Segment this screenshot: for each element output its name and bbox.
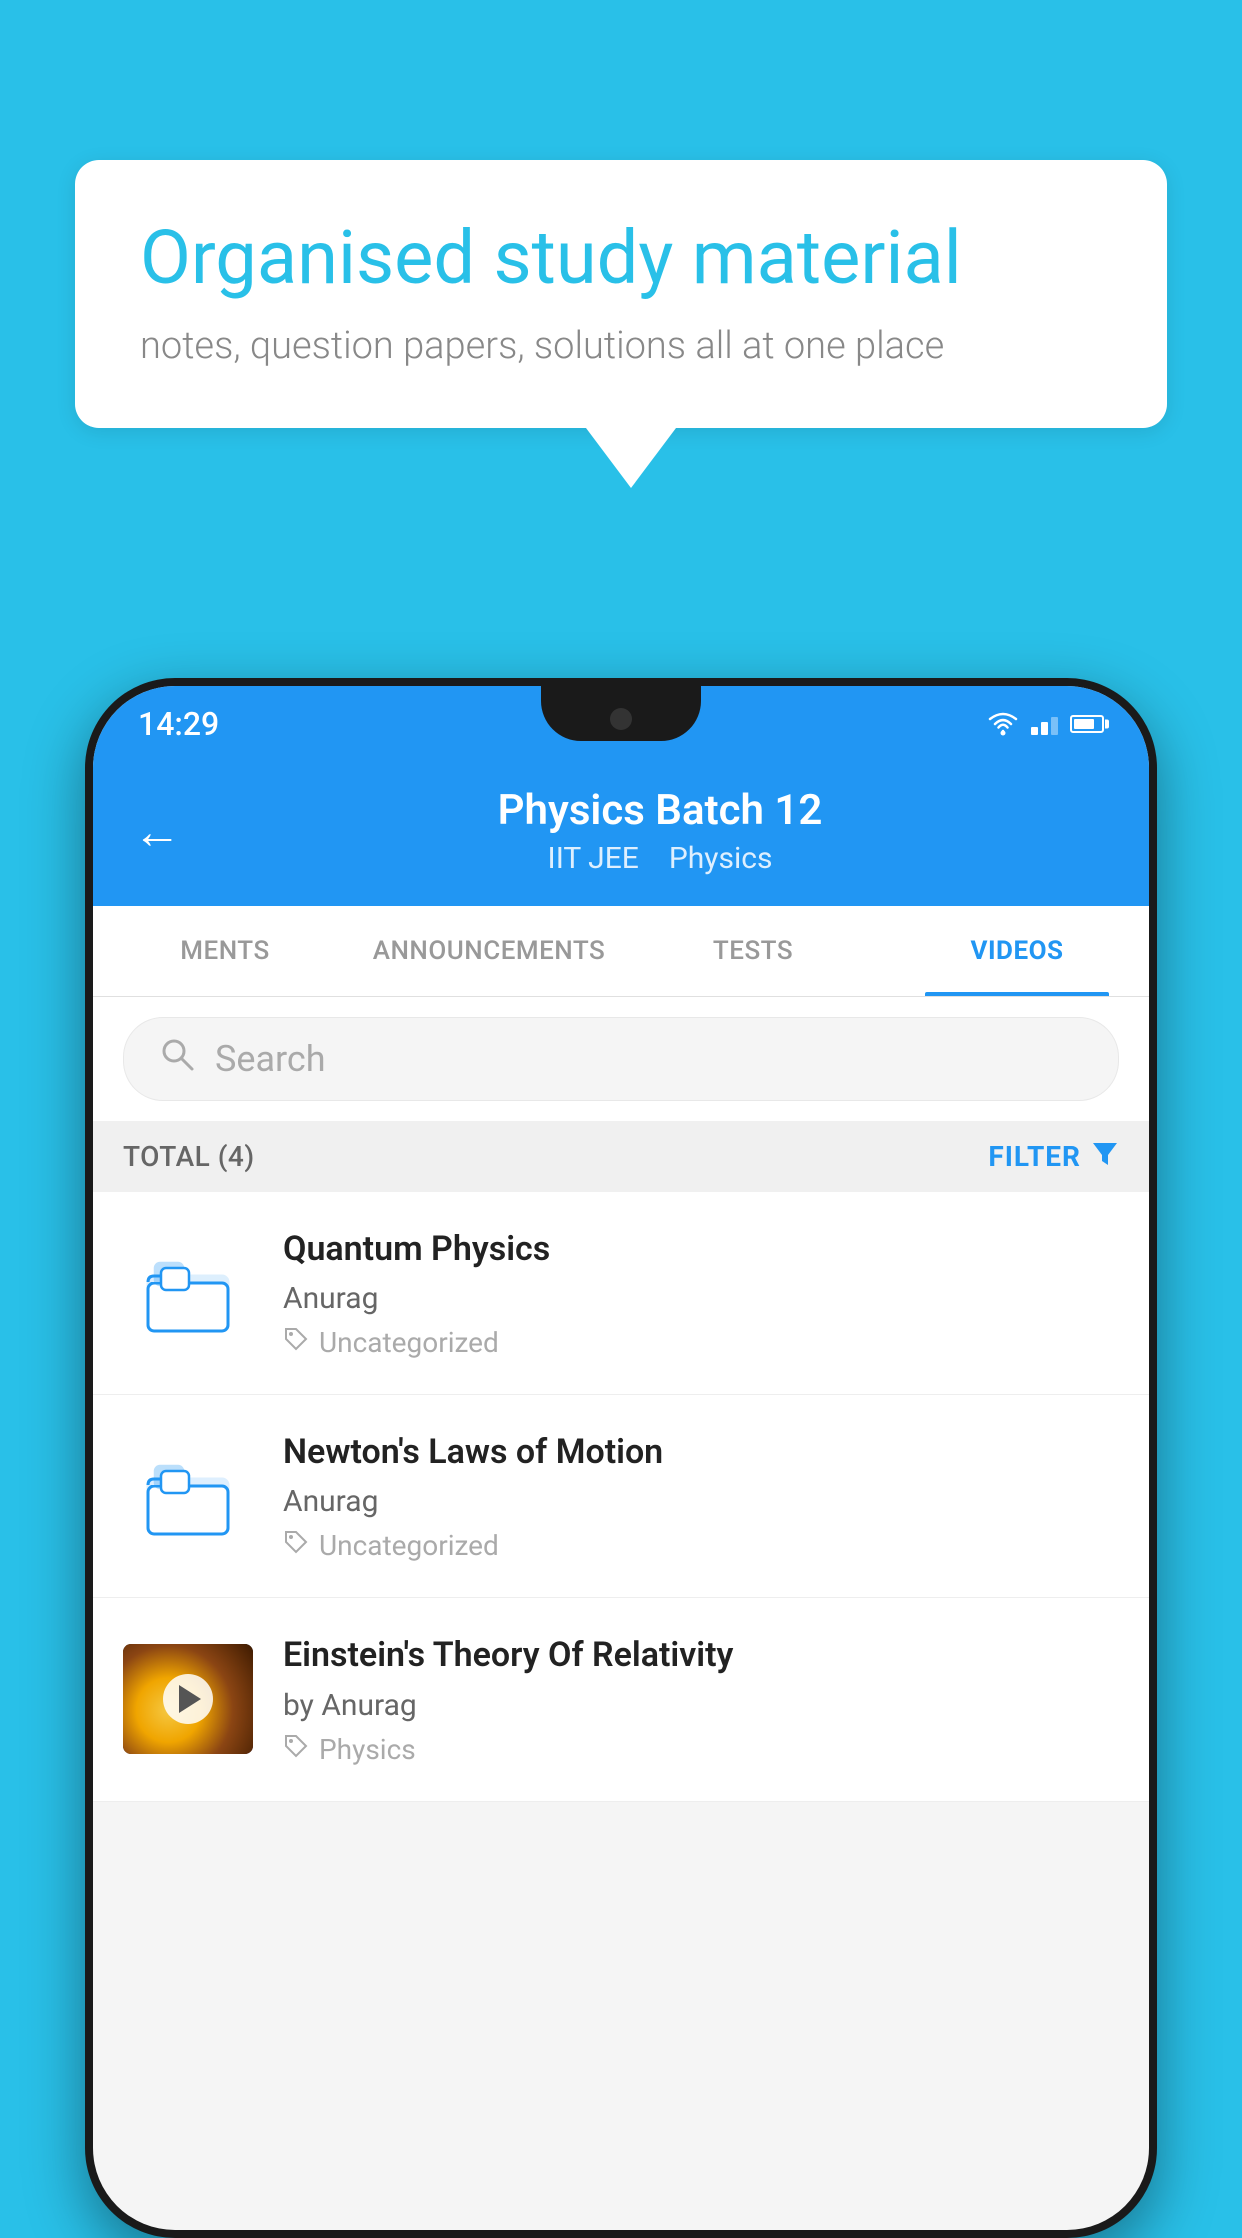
tag-icon [283, 1733, 309, 1766]
app-bar: ← Physics Batch 12 IIT JEE Physics [93, 761, 1149, 906]
phone-mockup: 14:29 [85, 678, 1157, 2238]
video-title: Quantum Physics [283, 1227, 1119, 1271]
camera [610, 708, 632, 730]
speech-bubble-box: Organised study material notes, question… [75, 160, 1167, 428]
tab-bar: MENTS ANNOUNCEMENTS TESTS VIDEOS [93, 906, 1149, 997]
wifi-icon [987, 711, 1019, 737]
signal-icon [1031, 713, 1058, 735]
play-triangle-icon [179, 1685, 201, 1713]
bubble-title: Organised study material [140, 215, 1102, 304]
search-icon [159, 1036, 195, 1082]
status-time: 14:29 [138, 705, 219, 743]
bubble-subtitle: notes, question papers, solutions all at… [140, 324, 1102, 368]
search-container: Search [93, 997, 1149, 1121]
video-tag: Uncategorized [283, 1529, 1119, 1562]
folder-thumbnail [123, 1441, 253, 1551]
app-bar-title-container: Physics Batch 12 IIT JEE Physics [211, 786, 1109, 876]
subtitle-physics: Physics [669, 841, 773, 876]
notch [541, 686, 701, 741]
tag-label: Uncategorized [319, 1326, 499, 1359]
filter-label: FILTER [988, 1140, 1081, 1173]
video-tag: Uncategorized [283, 1326, 1119, 1359]
tag-label: Physics [319, 1733, 416, 1766]
list-item[interactable]: Newton's Laws of Motion Anurag Uncategor… [93, 1395, 1149, 1598]
video-author: Anurag [283, 1484, 1119, 1519]
video-info: Quantum Physics Anurag Uncategorized [283, 1227, 1119, 1359]
list-item[interactable]: Quantum Physics Anurag Uncategorized [93, 1192, 1149, 1395]
status-bar: 14:29 [93, 686, 1149, 761]
search-bar[interactable]: Search [123, 1017, 1119, 1101]
video-info: Newton's Laws of Motion Anurag Uncategor… [283, 1430, 1119, 1562]
tag-label: Uncategorized [319, 1529, 499, 1562]
filter-icon [1091, 1139, 1119, 1174]
video-list: Quantum Physics Anurag Uncategorized [93, 1192, 1149, 1802]
subtitle-iit: IIT JEE [548, 841, 639, 876]
battery-icon [1070, 715, 1104, 733]
tag-icon [283, 1326, 309, 1359]
video-title: Einstein's Theory Of Relativity [283, 1633, 1119, 1677]
speech-bubble-card: Organised study material notes, question… [75, 160, 1167, 488]
video-tag: Physics [283, 1733, 1119, 1766]
play-button[interactable] [163, 1674, 213, 1724]
video-author: Anurag [283, 1281, 1119, 1316]
tab-tests[interactable]: TESTS [621, 906, 885, 996]
list-item[interactable]: Einstein's Theory Of Relativity by Anura… [93, 1598, 1149, 1801]
bubble-tail [586, 428, 676, 488]
phone-screen: 14:29 [93, 686, 1149, 2230]
tab-announcements[interactable]: ANNOUNCEMENTS [357, 906, 621, 996]
search-placeholder: Search [215, 1038, 326, 1080]
planet-image [123, 1644, 253, 1754]
video-thumbnail [123, 1644, 253, 1754]
back-button[interactable]: ← [133, 803, 181, 860]
batch-title: Physics Batch 12 [211, 786, 1109, 835]
tab-ments[interactable]: MENTS [93, 906, 357, 996]
folder-thumbnail [123, 1238, 253, 1348]
total-count: TOTAL (4) [123, 1140, 255, 1173]
status-icons [987, 711, 1104, 737]
app-bar-subtitle: IIT JEE Physics [211, 841, 1109, 876]
filter-button[interactable]: FILTER [988, 1139, 1119, 1174]
tag-icon [283, 1529, 309, 1562]
video-title: Newton's Laws of Motion [283, 1430, 1119, 1474]
video-info: Einstein's Theory Of Relativity by Anura… [283, 1633, 1119, 1765]
filter-bar: TOTAL (4) FILTER [93, 1121, 1149, 1192]
video-author: by Anurag [283, 1688, 1119, 1723]
tab-videos[interactable]: VIDEOS [885, 906, 1149, 996]
